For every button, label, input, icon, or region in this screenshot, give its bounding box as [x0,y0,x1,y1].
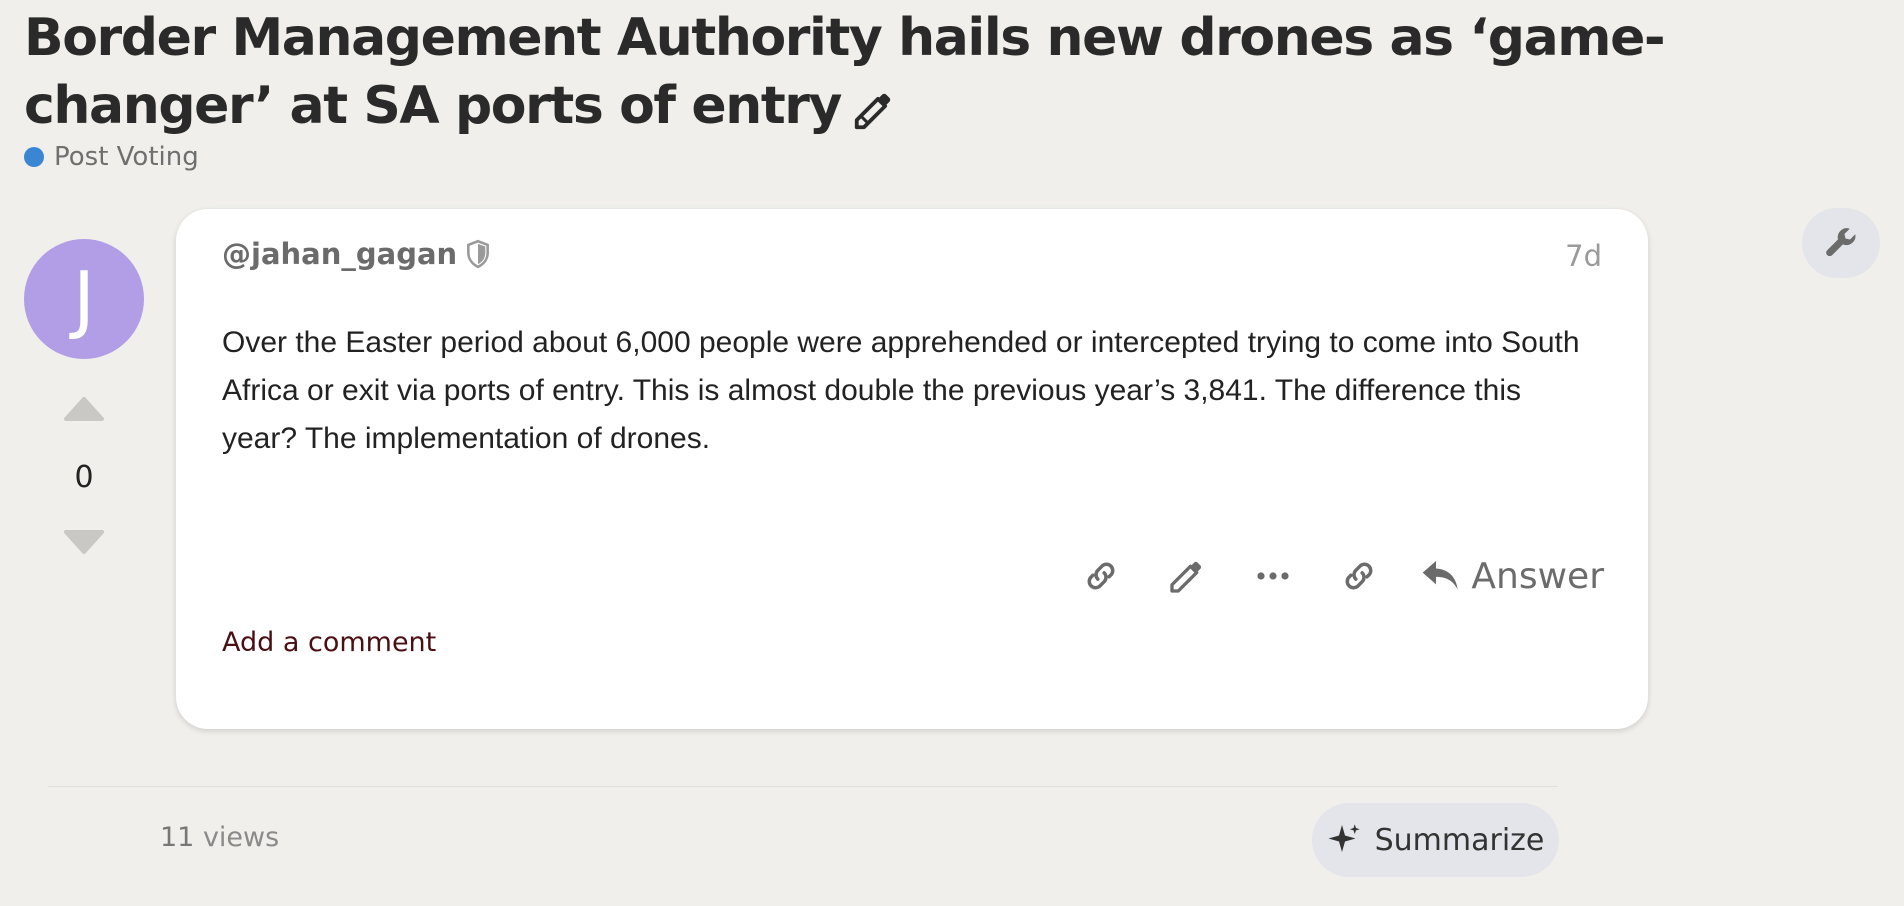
link-icon [1087,562,1115,590]
username[interactable]: @jahan_gagan [222,237,457,271]
add-comment-link[interactable]: Add a comment [222,627,436,658]
category-badge[interactable]: Post Voting [24,142,199,172]
post-author[interactable]: @jahan_gagan [222,237,491,271]
category-color-dot [24,147,44,167]
more-icon [1257,572,1290,580]
more-actions-button[interactable] [1251,554,1295,598]
topic-title-text: Border Management Authority hails new dr… [24,8,1666,136]
post-actions: Answer [1037,554,1604,598]
views-number: 11 [160,822,195,853]
footer-divider [48,786,1558,787]
avatar-letter: J [73,256,95,342]
answer-button[interactable]: Answer [1421,556,1604,597]
category-name: Post Voting [54,142,199,172]
summarize-button[interactable]: Summarize [1312,803,1559,877]
post-body: Over the Easter period about 6,000 peopl… [222,326,1580,455]
wrench-icon [1826,228,1856,257]
copy-link-button[interactable] [1079,554,1123,598]
post-date[interactable]: 7d [1565,239,1602,273]
arrow-down-icon [64,530,104,554]
view-count: 11 views [160,822,279,853]
vote-count: 0 [74,460,94,495]
edit-title-pencil-icon[interactable] [851,82,897,130]
summarize-label: Summarize [1374,822,1545,858]
answer-label: Answer [1471,555,1604,597]
link-icon [1345,562,1373,590]
admin-wrench-button[interactable] [1802,208,1880,278]
views-label: views [202,822,280,853]
avatar[interactable]: J [24,239,144,359]
share-link-button[interactable] [1337,554,1381,598]
reply-icon [1423,561,1459,590]
topic-title: Border Management Authority hails new dr… [24,4,1874,140]
upvote-button[interactable] [44,395,124,425]
shield-icon [467,239,490,269]
downvote-button[interactable] [44,530,124,560]
sparkle-icon [1328,824,1360,852]
edit-post-button[interactable] [1165,554,1209,598]
post-card: @jahan_gagan 7d Over the Easter period a… [176,209,1648,729]
pencil-icon [1170,561,1202,593]
arrow-up-icon [64,397,104,421]
